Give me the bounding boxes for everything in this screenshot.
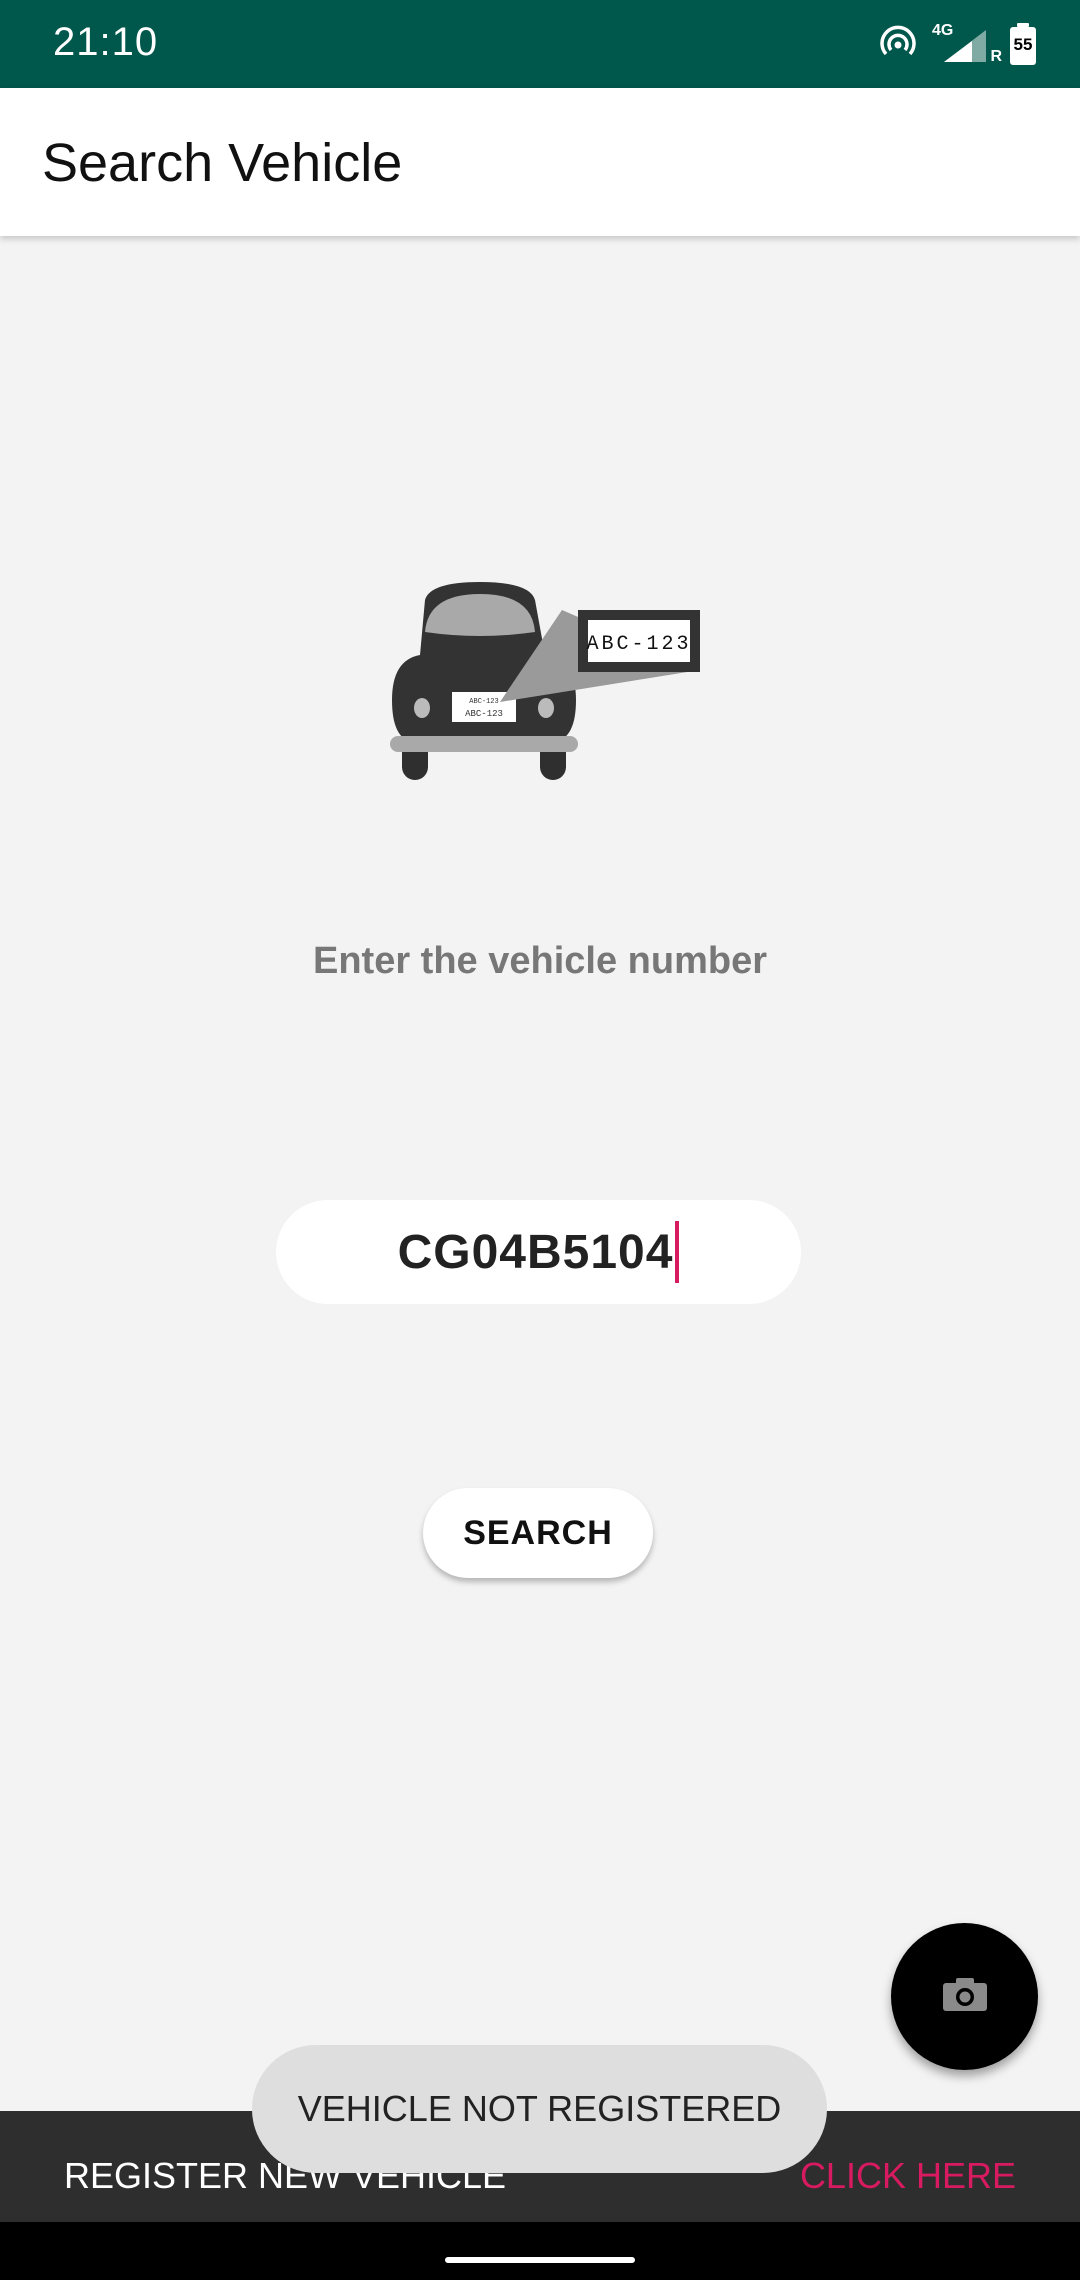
car-plate-illustration: ABC-123 ABC-123 ABC-123 (380, 570, 710, 790)
battery-level: 55 (1013, 35, 1033, 54)
vehicle-number-value: CG04B5104 (397, 1225, 674, 1279)
text-cursor (675, 1221, 680, 1283)
home-gesture-handle[interactable] (445, 2257, 635, 2263)
camera-icon (941, 1975, 989, 2018)
click-here-link[interactable]: CLICK HERE (800, 2155, 1016, 2197)
toast-message: VEHICLE NOT REGISTERED (252, 2045, 827, 2173)
signal-icon: 4G R (932, 22, 1002, 66)
app-bar: Search Vehicle (0, 88, 1080, 236)
battery-icon: 55 (1010, 23, 1036, 65)
roaming-label: R (990, 48, 1002, 65)
magnified-plate-text: ABC-123 (586, 633, 691, 656)
car-plate-text: ABC-123 (465, 709, 503, 719)
prompt-label: Enter the vehicle number (312, 940, 767, 982)
navigation-bar (0, 2222, 1080, 2280)
svg-text:ABC-123: ABC-123 (469, 698, 498, 706)
camera-button[interactable] (891, 1923, 1038, 2070)
page-title: Search Vehicle (42, 133, 403, 193)
vehicle-number-input[interactable]: CG04B5104 (276, 1200, 801, 1304)
status-time: 21:10 (53, 20, 159, 64)
status-bar: 21:10 4G R 55 (0, 0, 1080, 88)
status-icons: 4G R 55 (878, 22, 1036, 66)
hotspot-icon (878, 24, 918, 65)
search-button[interactable]: SEARCH (423, 1488, 653, 1578)
